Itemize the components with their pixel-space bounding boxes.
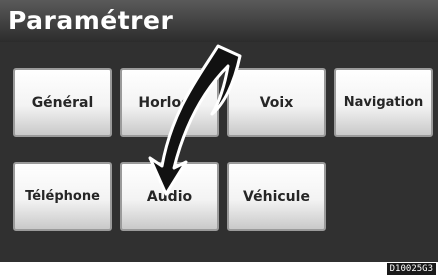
vehicule-button[interactable]: Véhicule xyxy=(227,162,326,231)
figure-code: D10025G3 xyxy=(386,263,436,275)
settings-screen: Paramétrer Général Horloge Voix Navigati… xyxy=(0,0,438,262)
telephone-button[interactable]: Téléphone xyxy=(13,162,112,231)
audio-button[interactable]: Audio xyxy=(120,162,219,231)
page-title: Paramétrer xyxy=(8,6,174,35)
general-button[interactable]: Général xyxy=(13,68,112,137)
general-button-label: Général xyxy=(31,94,94,111)
navigation-button[interactable]: Navigation xyxy=(334,68,433,137)
voix-button-label: Voix xyxy=(259,94,294,111)
navigation-button-label: Navigation xyxy=(343,95,424,110)
horloge-button-label: Horloge xyxy=(138,94,201,111)
audio-button-label: Audio xyxy=(146,188,193,205)
title-bar: Paramétrer xyxy=(0,0,438,42)
horloge-button[interactable]: Horloge xyxy=(120,68,219,137)
vehicule-button-label: Véhicule xyxy=(243,188,310,205)
settings-panel: Général Horloge Voix Navigation Téléphon… xyxy=(0,42,438,262)
telephone-button-label: Téléphone xyxy=(25,189,100,204)
voix-button[interactable]: Voix xyxy=(227,68,326,137)
